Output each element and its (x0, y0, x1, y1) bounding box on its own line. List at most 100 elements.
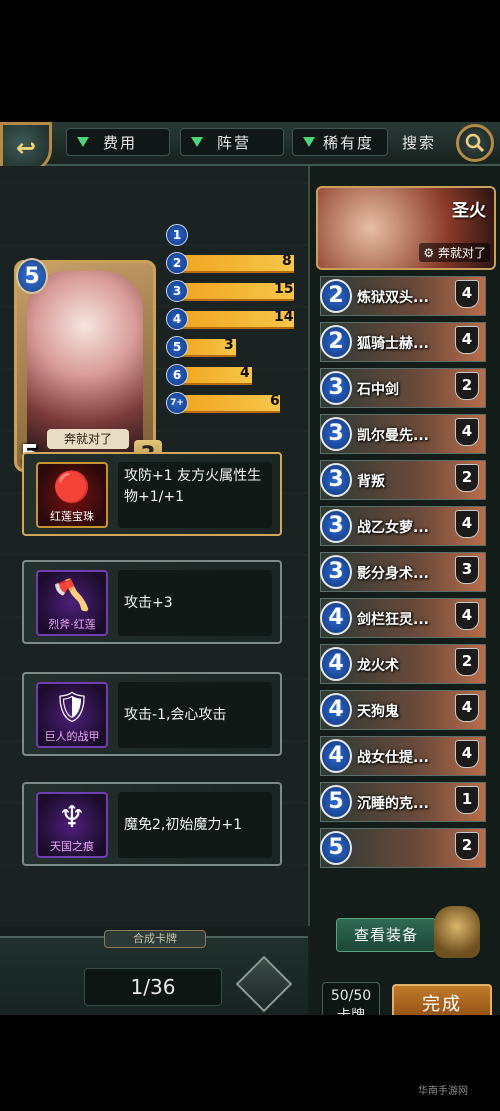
card-name: 剑栏狂灵... (357, 612, 429, 628)
deck-card[interactable]: 3 影分身术... 3 (320, 552, 486, 592)
deck-card[interactable]: 4 天狗鬼 4 (320, 690, 486, 730)
dropdown-triangle-icon (191, 137, 203, 147)
deck-card[interactable]: 3 凯尔曼先... 4 (320, 414, 486, 454)
card-count: 2 (455, 832, 479, 860)
equipment-description: 魔免2,初始魔力+1 (118, 792, 272, 858)
card-cost: 3 (320, 463, 352, 497)
hero-name: 奔就对了 (47, 429, 129, 449)
mana-curve-row: 1 (166, 224, 300, 246)
card-cost: 5 (320, 785, 352, 819)
card-count: 2 (455, 372, 479, 400)
deck-name: ⚙ 奔就对了 (419, 243, 490, 262)
equipment-slot[interactable]: 🔴 红莲宝珠 攻防+1 友方火属性生物+1/+1 (22, 452, 282, 536)
filter-label: 稀有度 (323, 133, 375, 152)
equipment-slot[interactable]: 🪓 烈斧·红莲 攻击+3 (22, 560, 282, 644)
equipment-slot[interactable]: ♆ 天国之痕 魔免2,初始魔力+1 (22, 782, 282, 866)
gear-icon: ⚙ (423, 246, 435, 260)
equipment-icon: ♆ 天国之痕 (36, 792, 108, 858)
deck-header[interactable]: 圣火 ⚙ 奔就对了 (316, 186, 496, 270)
card-name: 沉睡的克... (357, 796, 429, 812)
craft-cards-tab[interactable]: 合成卡牌 (104, 930, 206, 948)
card-name: 战女仕提... (357, 750, 429, 766)
deck-card[interactable]: 3 石中剑 2 (320, 368, 486, 408)
pagination-bar: 合成卡牌 1/36 (0, 930, 308, 1015)
card-cost: 2 (320, 279, 352, 313)
deck-card-count: 50/50 卡牌 (322, 982, 380, 1015)
equipment-slot[interactable]: 🛡 巨人的战甲 攻击-1,会心攻击 (22, 672, 282, 756)
card-cost: 3 (320, 509, 352, 543)
filter-cost[interactable]: 费用 (66, 128, 170, 156)
mana-bar-count: 3 (224, 337, 234, 353)
mana-curve-row: 2 8 (166, 252, 300, 274)
deck-card[interactable]: 5 2 (320, 828, 486, 868)
deck-card[interactable]: 3 背叛 2 (320, 460, 486, 500)
dropdown-triangle-icon (77, 137, 89, 147)
watermark: 华南手游网 (418, 1086, 468, 1097)
card-name: 天狗鬼 (357, 704, 399, 720)
equipment-name: 天国之痕 (50, 840, 94, 853)
card-cost: 3 (320, 371, 352, 405)
equipment-icon: 🛡 巨人的战甲 (36, 682, 108, 748)
left-panel: 奔就对了 5 5 3 1 2 8 3 15 4 14 5 3 (0, 166, 310, 926)
red-orb-icon: 🔴 (53, 470, 91, 505)
card-cost: 4 (320, 601, 352, 635)
filter-label: 阵营 (217, 133, 252, 152)
done-button[interactable]: 完成 (392, 984, 492, 1015)
deck-card[interactable]: 2 狐骑士赫... 4 (320, 322, 486, 362)
page-indicator: 1/36 (84, 968, 222, 1006)
next-page-button[interactable] (235, 955, 293, 1013)
card-name: 背叛 (357, 474, 385, 490)
mana-curve-row: 6 4 (166, 364, 300, 386)
mana-cost-circle: 1 (166, 224, 188, 246)
mana-cost-circle: 4 (166, 308, 188, 330)
card-name: 炼狱双头... (357, 290, 429, 306)
card-count: 4 (455, 602, 479, 630)
mana-bar (180, 255, 294, 273)
back-arrow-icon: ↩ (15, 134, 37, 162)
card-count: 3 (455, 556, 479, 584)
card-name: 狐骑士赫... (357, 336, 429, 352)
card-cost: 4 (320, 647, 352, 681)
filter-label: 费用 (103, 133, 138, 152)
card-name: 石中剑 (357, 382, 399, 398)
mana-curve-row: 4 14 (166, 308, 300, 330)
mana-bar-count: 8 (282, 253, 292, 269)
deck-card[interactable]: 4 战女仕提... 4 (320, 736, 486, 776)
deck-card[interactable]: 5 沉睡的克... 1 (320, 782, 486, 822)
card-cost: 3 (320, 417, 352, 451)
card-cost: 5 (320, 831, 352, 865)
deck-card-list[interactable]: 2 炼狱双头... 4 2 狐骑士赫... 4 3 石中剑 2 3 凯尔曼先..… (320, 276, 492, 872)
mana-bar-count: 15 (274, 281, 294, 297)
equipment-icon: 🪓 烈斧·红莲 (36, 570, 108, 636)
view-equipment-button[interactable]: 查看装备 (336, 918, 436, 952)
card-count: 4 (455, 418, 479, 446)
hero-cost-gem: 5 (16, 258, 48, 294)
deck-card[interactable]: 3 战乙女萝... 4 (320, 506, 486, 546)
search-button[interactable] (456, 124, 494, 162)
deck-panel: 圣火 ⚙ 奔就对了 2 炼狱双头... 4 2 狐骑士赫... 4 3 石中剑 … (310, 166, 500, 1015)
deck-card[interactable]: 2 炼狱双头... 4 (320, 276, 486, 316)
card-count: 4 (455, 280, 479, 308)
card-cost: 3 (320, 555, 352, 589)
deck-card[interactable]: 4 龙火术 2 (320, 644, 486, 684)
card-name: 凯尔曼先... (357, 428, 429, 444)
equipment-description: 攻击+3 (118, 570, 272, 636)
card-count: 2 (455, 648, 479, 676)
mana-cost-circle: 2 (166, 252, 188, 274)
mana-cost-circle: 6 (166, 364, 188, 386)
card-cost: 4 (320, 693, 352, 727)
card-count: 4 (455, 694, 479, 722)
equipment-description: 攻防+1 友方火属性生物+1/+1 (118, 462, 272, 528)
filter-rarity[interactable]: 稀有度 (292, 128, 388, 156)
deck-name-text: 奔就对了 (437, 246, 486, 260)
card-name: 龙火术 (357, 658, 399, 674)
mana-bar-count: 6 (270, 393, 280, 409)
deck-card[interactable]: 4 剑栏狂灵... 4 (320, 598, 486, 638)
mana-curve-row: 5 3 (166, 336, 300, 358)
mana-cost-circle: 3 (166, 280, 188, 302)
filter-faction[interactable]: 阵营 (180, 128, 284, 156)
equipment-name: 烈斧·红莲 (48, 618, 96, 631)
winged-sigil-icon: ♆ (58, 800, 86, 835)
card-name: 战乙女萝... (357, 520, 429, 536)
hero-portrait (27, 271, 143, 453)
